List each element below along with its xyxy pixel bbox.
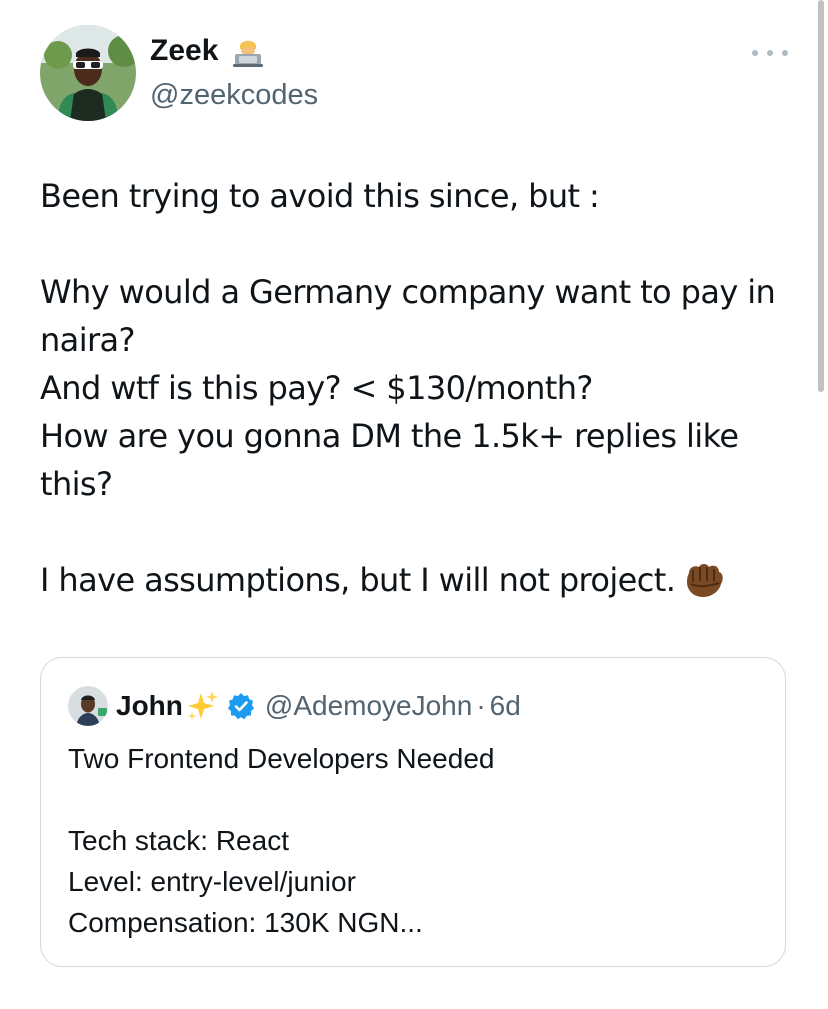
tweet-line: How are you gonna DM the 1.5k+ replies l… xyxy=(40,417,739,503)
quoted-tweet-card[interactable]: John @AdemoyeJohn · 6d Two Frontend Deve… xyxy=(40,657,786,967)
more-dot xyxy=(767,50,773,56)
quoted-line: Compensation: 130K NGN... xyxy=(68,907,423,938)
sparkles-emoji-icon xyxy=(187,691,218,720)
page-scrollbar[interactable] xyxy=(818,0,824,392)
more-options-icon[interactable] xyxy=(752,43,788,63)
quoted-author-display-name[interactable]: John xyxy=(116,690,183,722)
author-names: Zeek @zeekcodes xyxy=(150,33,318,113)
tweet-header: Zeek @zeekcodes xyxy=(40,25,788,121)
tweet-text: Been trying to avoid this since, but : W… xyxy=(40,172,780,604)
author-display-name[interactable]: Zeek xyxy=(150,33,218,69)
quoted-author-avatar[interactable] xyxy=(68,686,108,726)
quoted-tweet-text: Two Frontend Developers Needed Tech stac… xyxy=(68,738,768,943)
quoted-line: Two Frontend Developers Needed xyxy=(68,743,495,774)
technologist-emoji-icon xyxy=(231,34,265,68)
more-dot xyxy=(782,50,788,56)
quoted-line: Level: entry-level/junior xyxy=(68,866,356,897)
author-handle[interactable]: @zeekcodes xyxy=(150,77,318,113)
fist-emoji-icon xyxy=(683,559,725,599)
quoted-line: Tech stack: React xyxy=(68,825,289,856)
tweet-line: Why would a Germany company want to pay … xyxy=(40,268,780,364)
tweet-line: Been trying to avoid this since, but : xyxy=(40,177,600,215)
quoted-tweet-time[interactable]: 6d xyxy=(490,690,521,722)
more-dot xyxy=(752,50,758,56)
tweet-line-text: Why would a Germany company want to pay … xyxy=(40,273,776,359)
dot-separator: · xyxy=(476,690,486,721)
author-avatar[interactable] xyxy=(40,25,136,121)
tweet-line-text: I have assumptions, but I will not proje… xyxy=(40,561,676,599)
quoted-tweet-header: John @AdemoyeJohn · 6d xyxy=(68,686,521,726)
verified-badge-icon xyxy=(227,693,254,720)
quoted-author-handle[interactable]: @AdemoyeJohn xyxy=(265,690,472,722)
tweet-line-last: I have assumptions, but I will not proje… xyxy=(40,556,780,604)
tweet-line: And wtf is this pay? < $130/month? xyxy=(40,369,593,407)
